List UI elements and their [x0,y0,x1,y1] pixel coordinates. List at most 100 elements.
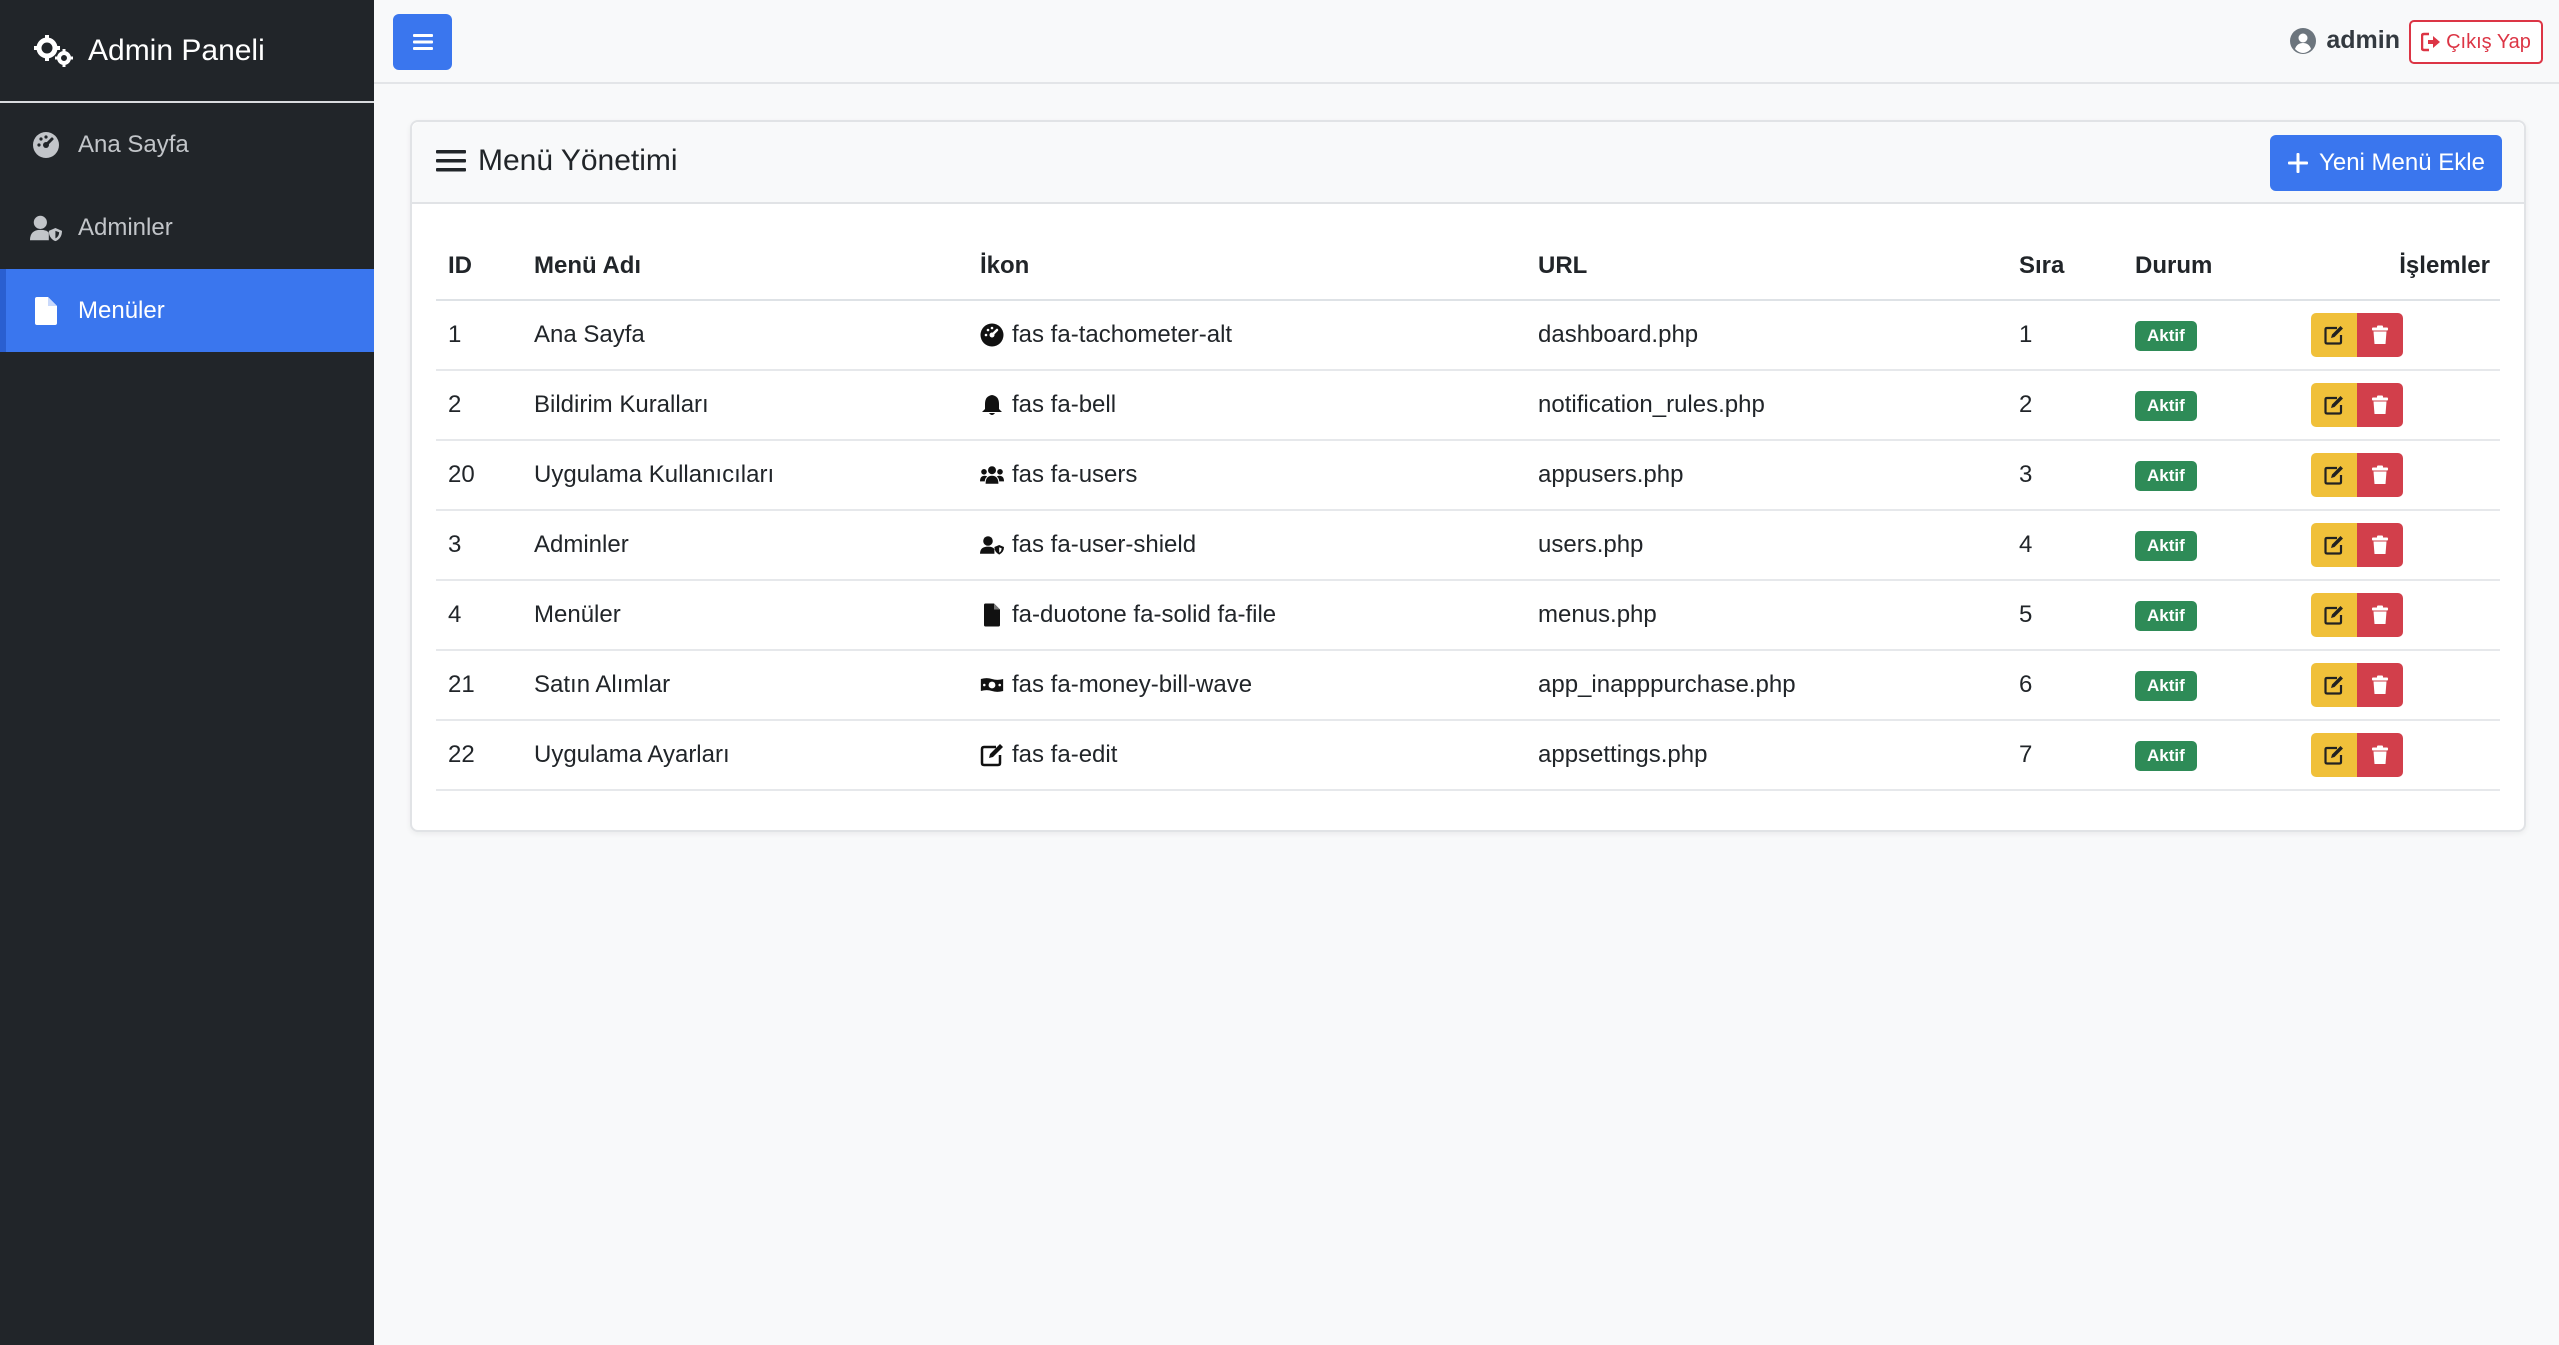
cell-actions [2299,720,2500,791]
icon-cell: fas fa-user-shield [980,531,1526,559]
cell-name: Uygulama Kullanıcıları [522,440,968,511]
list-icon [436,150,466,172]
status-badge: Aktif [2135,390,2197,421]
edit-button[interactable] [2311,453,2357,497]
edit-button[interactable] [2311,733,2357,777]
edit-icon [2324,536,2343,555]
table-header-row: ID Menü Adı İkon URL Sıra Durum İşlemler [436,232,2500,301]
column-header-status: Durum [2123,232,2299,301]
edit-button[interactable] [2311,593,2357,637]
cell-url: notification_rules.php [1526,370,2007,441]
icon-cell: fas fa-bell [980,391,1526,419]
bars-icon [412,34,433,50]
delete-button[interactable] [2357,453,2403,497]
cell-actions [2299,650,2500,721]
menu-management-card: Menü Yönetimi Yeni Menü Ekle ID Menü Adı… [410,120,2526,832]
edit-icon [2324,396,2343,415]
status-badge: Aktif [2135,320,2197,351]
trash-icon [2372,605,2388,624]
users-icon [980,463,1012,487]
delete-button[interactable] [2357,593,2403,637]
table-row: 3 Adminler fas fa-user-shield users.php 4 Akt… [436,510,2500,581]
table-row: 22 Uygulama Ayarları fas fa-edit appsetting… [436,720,2500,791]
sign-out-icon [2421,32,2441,52]
cell-order: 7 [2007,720,2123,791]
edit-icon [2324,466,2343,485]
edit-icon [2324,326,2343,345]
delete-button[interactable] [2357,383,2403,427]
brand[interactable]: Admin Paneli [0,0,374,103]
sidebar-item-label: Adminler [78,213,173,241]
table-row: 21 Satın Alımlar fas fa-money-bill-wave app… [436,650,2500,721]
logout-button[interactable]: Çıkış Yap [2409,20,2543,64]
column-header-order: Sıra [2007,232,2123,301]
edit-button[interactable] [2311,523,2357,567]
sidebar: Admin Paneli Ana Sayfa Adminler Menüler [0,0,374,1345]
add-menu-label: Yeni Menü Ekle [2319,149,2485,176]
row-actions [2311,383,2500,427]
cell-url: appsettings.php [1526,720,2007,791]
cell-name: Adminler [522,510,968,581]
add-menu-button[interactable]: Yeni Menü Ekle [2270,135,2502,191]
row-actions [2311,663,2500,707]
cell-order: 3 [2007,440,2123,511]
sidebar-item-label: Ana Sayfa [78,130,189,158]
row-actions [2311,453,2500,497]
delete-button[interactable] [2357,313,2403,357]
user-circle-icon [2290,27,2317,54]
edit-button[interactable] [2311,663,2357,707]
delete-button[interactable] [2357,663,2403,707]
cell-name: Menüler [522,580,968,651]
bell-icon [980,393,1012,417]
sidebar-item-adminler[interactable]: Adminler [0,186,374,269]
cell-status: Aktif [2123,720,2299,791]
sidebar-item-label: Menüler [78,296,165,324]
cell-order: 4 [2007,510,2123,581]
row-actions [2311,593,2500,637]
column-header-url: URL [1526,232,2007,301]
column-header-icon: İkon [968,232,1526,301]
sidebar-item-menuler[interactable]: Menüler [0,269,374,352]
cell-actions [2299,580,2500,651]
status-badge: Aktif [2135,530,2197,561]
cell-name: Satın Alımlar [522,650,968,721]
user-menu[interactable]: admin [2290,26,2400,55]
sidebar-item-ana-sayfa[interactable]: Ana Sayfa [0,103,374,186]
table-row: 20 Uygulama Kullanıcıları fas fa-users appu… [436,440,2500,511]
delete-button[interactable] [2357,523,2403,567]
tachometer-icon [30,129,62,161]
sidebar-toggle-button[interactable] [393,14,452,70]
status-badge: Aktif [2135,460,2197,491]
cell-status: Aktif [2123,440,2299,511]
cell-status: Aktif [2123,580,2299,651]
table-row: 4 Menüler fa-duotone fa-solid fa-file menus… [436,580,2500,651]
card-title: Menü Yönetimi [436,144,678,178]
cell-icon: fas fa-edit [968,720,1526,791]
status-badge: Aktif [2135,740,2197,771]
icon-cell: fas fa-tachometer-alt [980,321,1526,349]
money-bill-wave-icon [980,673,1012,697]
cell-name: Ana Sayfa [522,300,968,371]
delete-button[interactable] [2357,733,2403,777]
username: admin [2326,26,2400,54]
cell-icon: fas fa-user-shield [968,510,1526,581]
cell-id: 22 [436,720,522,791]
edit-icon [2324,606,2343,625]
trash-icon [2372,325,2388,344]
edit-button[interactable] [2311,383,2357,427]
cell-actions [2299,510,2500,581]
cell-order: 5 [2007,580,2123,651]
cell-actions [2299,370,2500,441]
icon-cell: fas fa-edit [980,741,1526,769]
cell-url: app_inapppurchase.php [1526,650,2007,721]
cell-id: 20 [436,440,522,511]
icon-class-text: fas fa-tachometer-alt [1012,321,1233,348]
icon-class-text: fas fa-users [1012,461,1138,488]
menu-table: ID Menü Adı İkon URL Sıra Durum İşlemler… [436,232,2500,791]
cell-url: menus.php [1526,580,2007,651]
row-actions [2311,733,2500,777]
trash-icon [2372,535,2388,554]
cell-icon: fas fa-bell [968,370,1526,441]
edit-button[interactable] [2311,313,2357,357]
icon-class-text: fas fa-money-bill-wave [1012,671,1253,698]
